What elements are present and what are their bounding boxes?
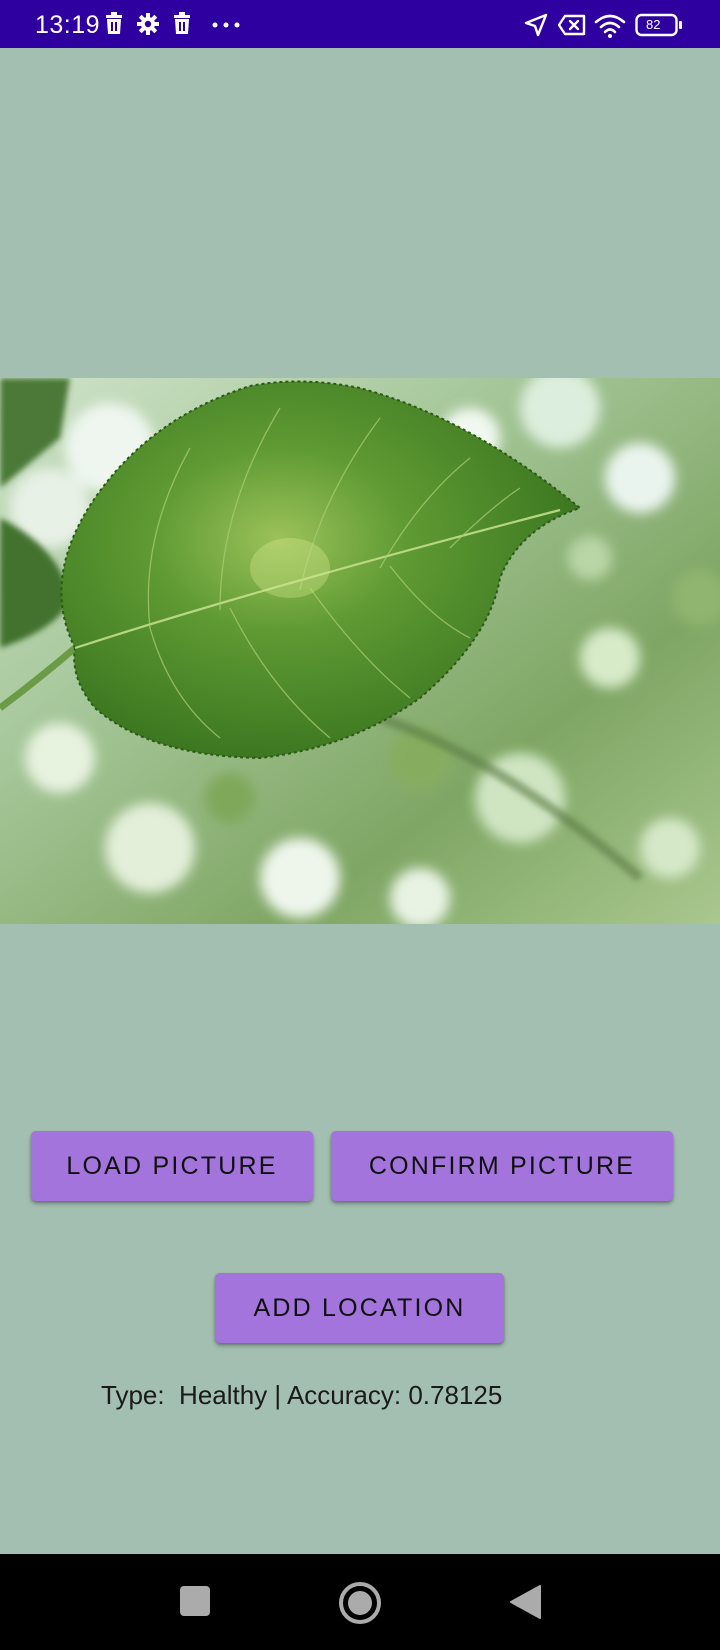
- add-location-label: ADD LOCATION: [253, 1294, 466, 1322]
- confirm-picture-label: CONFIRM PICTURE: [368, 1152, 636, 1180]
- more-dots-icon: [212, 22, 240, 28]
- battery-icon: 82: [635, 13, 683, 37]
- gear-icon: [137, 13, 159, 35]
- status-time: 13:19: [35, 11, 101, 39]
- triangle-back-icon[interactable]: [508, 1584, 542, 1620]
- status-bar: 13:19 82: [0, 0, 720, 48]
- trash-icon: [174, 12, 190, 34]
- square-recents-icon[interactable]: [178, 1584, 212, 1618]
- circle-home-icon[interactable]: [338, 1581, 382, 1625]
- wifi-icon: [594, 14, 626, 38]
- classification-result: Type: Healthy | Accuracy: 0.78125: [101, 1380, 503, 1410]
- confirm-picture-button[interactable]: CONFIRM PICTURE: [331, 1131, 673, 1201]
- location-arrow-icon: [524, 13, 548, 37]
- load-picture-button[interactable]: LOAD PICTURE: [31, 1131, 313, 1201]
- add-location-button[interactable]: ADD LOCATION: [215, 1273, 504, 1343]
- navigation-bar: [0, 1554, 720, 1650]
- battery-level: 82: [646, 17, 661, 32]
- leaf-photo: [0, 378, 720, 924]
- app-content: LOAD PICTURE CONFIRM PICTURE ADD LOCATIO…: [0, 48, 720, 1554]
- load-picture-label: LOAD PICTURE: [66, 1152, 278, 1180]
- trash-icon: [106, 12, 122, 34]
- no-sim-icon: [558, 14, 586, 36]
